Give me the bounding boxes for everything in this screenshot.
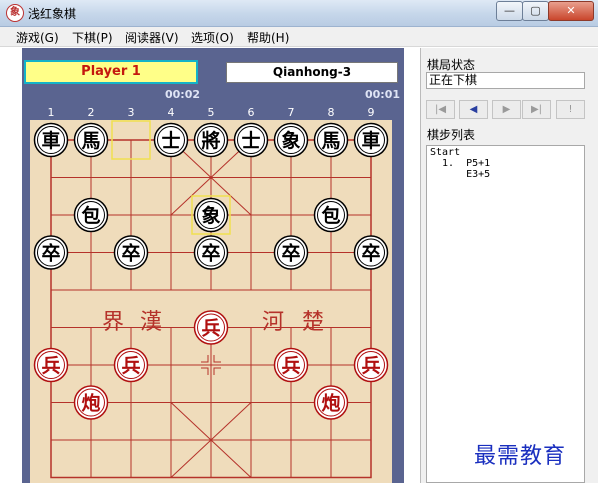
- piece-label: 卒: [121, 242, 140, 265]
- status-field: 正在下棋: [426, 72, 585, 89]
- board-canvas[interactable]: 界 漢 河 楚 車馬士將士象馬車包象包卒卒卒卒卒兵兵兵兵兵炮炮: [30, 120, 392, 483]
- black-piece[interactable]: 包: [313, 197, 349, 233]
- black-piece[interactable]: 馬: [73, 122, 109, 158]
- menu-game[interactable]: 游戏(G): [16, 29, 59, 46]
- player2-name: Qianhong-3: [226, 62, 398, 83]
- prev-move-button[interactable]: ◀: [459, 100, 488, 119]
- app-icon: 象: [6, 4, 24, 22]
- black-piece[interactable]: 將: [193, 122, 229, 158]
- move-list-item[interactable]: E3+5: [430, 169, 581, 180]
- piece-label: 包: [321, 204, 340, 227]
- black-piece[interactable]: 象: [273, 122, 309, 158]
- black-piece[interactable]: 象: [193, 197, 229, 233]
- column-number: 8: [327, 106, 335, 119]
- piece-label: 士: [161, 130, 180, 152]
- red-piece[interactable]: 炮: [313, 385, 349, 420]
- window-title: 浅红象棋: [28, 7, 77, 21]
- piece-label: 兵: [41, 355, 60, 377]
- move-list-item[interactable]: Start: [430, 147, 581, 158]
- moves-label: 棋步列表: [427, 128, 476, 142]
- piece-label: 馬: [321, 130, 340, 152]
- column-number: 9: [367, 106, 375, 119]
- move-list[interactable]: Start 1. P5+1 E3+5: [426, 145, 585, 483]
- menu-bar: 游戏(G) 下棋(P) 阅读器(V) 选项(O) 帮助(H): [0, 27, 598, 47]
- board-grid: [50, 139, 372, 479]
- piece-label: 卒: [281, 242, 300, 265]
- black-piece[interactable]: 士: [153, 122, 189, 158]
- red-piece[interactable]: 兵: [353, 347, 389, 383]
- piece-label: 兵: [361, 355, 380, 377]
- black-piece[interactable]: 卒: [273, 235, 309, 270]
- red-piece[interactable]: 兵: [193, 310, 229, 345]
- column-number: 4: [167, 106, 175, 119]
- river-char: 漢: [140, 310, 162, 335]
- title-bar[interactable]: 象 浅红象棋 — ▢ ✕: [0, 0, 598, 27]
- piece-label: 將: [201, 129, 220, 152]
- river-char: 楚: [302, 310, 324, 335]
- position-marker: [201, 355, 209, 363]
- menu-help[interactable]: 帮助(H): [247, 29, 289, 46]
- piece-label: 士: [241, 130, 260, 152]
- close-button[interactable]: ✕: [548, 1, 594, 21]
- black-piece[interactable]: 卒: [33, 235, 69, 270]
- piece-label: 象: [281, 129, 300, 152]
- column-number: 3: [127, 106, 135, 119]
- black-piece[interactable]: 車: [33, 122, 69, 158]
- red-piece[interactable]: 兵: [273, 347, 309, 383]
- piece-label: 卒: [201, 242, 220, 265]
- black-piece[interactable]: 馬: [313, 122, 349, 158]
- piece-label: 兵: [121, 355, 140, 377]
- menu-play[interactable]: 下棋(P): [72, 29, 113, 46]
- next-move-button[interactable]: ▶: [492, 100, 521, 119]
- black-piece[interactable]: 卒: [193, 235, 229, 270]
- chess-board[interactable]: 界 漢 河 楚 車馬士將士象馬車包象包卒卒卒卒卒兵兵兵兵兵炮炮: [30, 120, 392, 483]
- player1-timer: 00:02: [165, 88, 201, 101]
- column-number: 6: [247, 106, 255, 119]
- column-number: 2: [87, 106, 95, 119]
- status-label: 棋局状态: [427, 58, 476, 72]
- watermark: 最需教育: [474, 444, 567, 469]
- maximize-button[interactable]: ▢: [522, 1, 549, 21]
- menu-options[interactable]: 选项(O): [191, 29, 234, 46]
- minimize-button[interactable]: —: [496, 1, 523, 21]
- column-number: 7: [287, 106, 295, 119]
- piece-label: 炮: [321, 392, 340, 415]
- position-marker: [213, 367, 221, 375]
- black-piece[interactable]: 士: [233, 122, 269, 158]
- piece-label: 卒: [41, 242, 60, 265]
- column-number: 5: [207, 106, 215, 119]
- black-piece[interactable]: 車: [353, 122, 389, 158]
- piece-label: 車: [361, 129, 380, 152]
- piece-label: 兵: [201, 318, 220, 340]
- black-piece[interactable]: 卒: [353, 235, 389, 270]
- piece-label: 卒: [361, 242, 380, 265]
- black-piece[interactable]: 包: [73, 197, 109, 233]
- player2-timer: 00:01: [365, 88, 401, 101]
- player1-name: Player 1: [24, 60, 198, 84]
- piece-label: 炮: [81, 392, 100, 415]
- first-move-button[interactable]: |◀: [426, 100, 455, 119]
- move-list-item[interactable]: 1. P5+1: [430, 158, 581, 169]
- black-piece[interactable]: 卒: [113, 235, 149, 270]
- red-piece[interactable]: 兵: [113, 347, 149, 383]
- red-piece[interactable]: 兵: [33, 347, 69, 383]
- river-char: 河: [262, 310, 284, 335]
- column-number: 1: [47, 106, 55, 119]
- piece-label: 車: [41, 129, 60, 152]
- position-marker: [213, 355, 221, 363]
- piece-label: 兵: [281, 355, 300, 377]
- menu-viewer[interactable]: 阅读器(V): [125, 29, 179, 46]
- position-marker: [201, 367, 209, 375]
- piece-label: 包: [81, 204, 100, 227]
- piece-label: 馬: [81, 130, 100, 152]
- river-char: 界: [102, 310, 124, 335]
- piece-label: 象: [201, 204, 220, 227]
- red-piece[interactable]: 炮: [73, 385, 109, 420]
- hint-button[interactable]: !: [556, 100, 585, 119]
- last-move-button[interactable]: ▶|: [522, 100, 551, 119]
